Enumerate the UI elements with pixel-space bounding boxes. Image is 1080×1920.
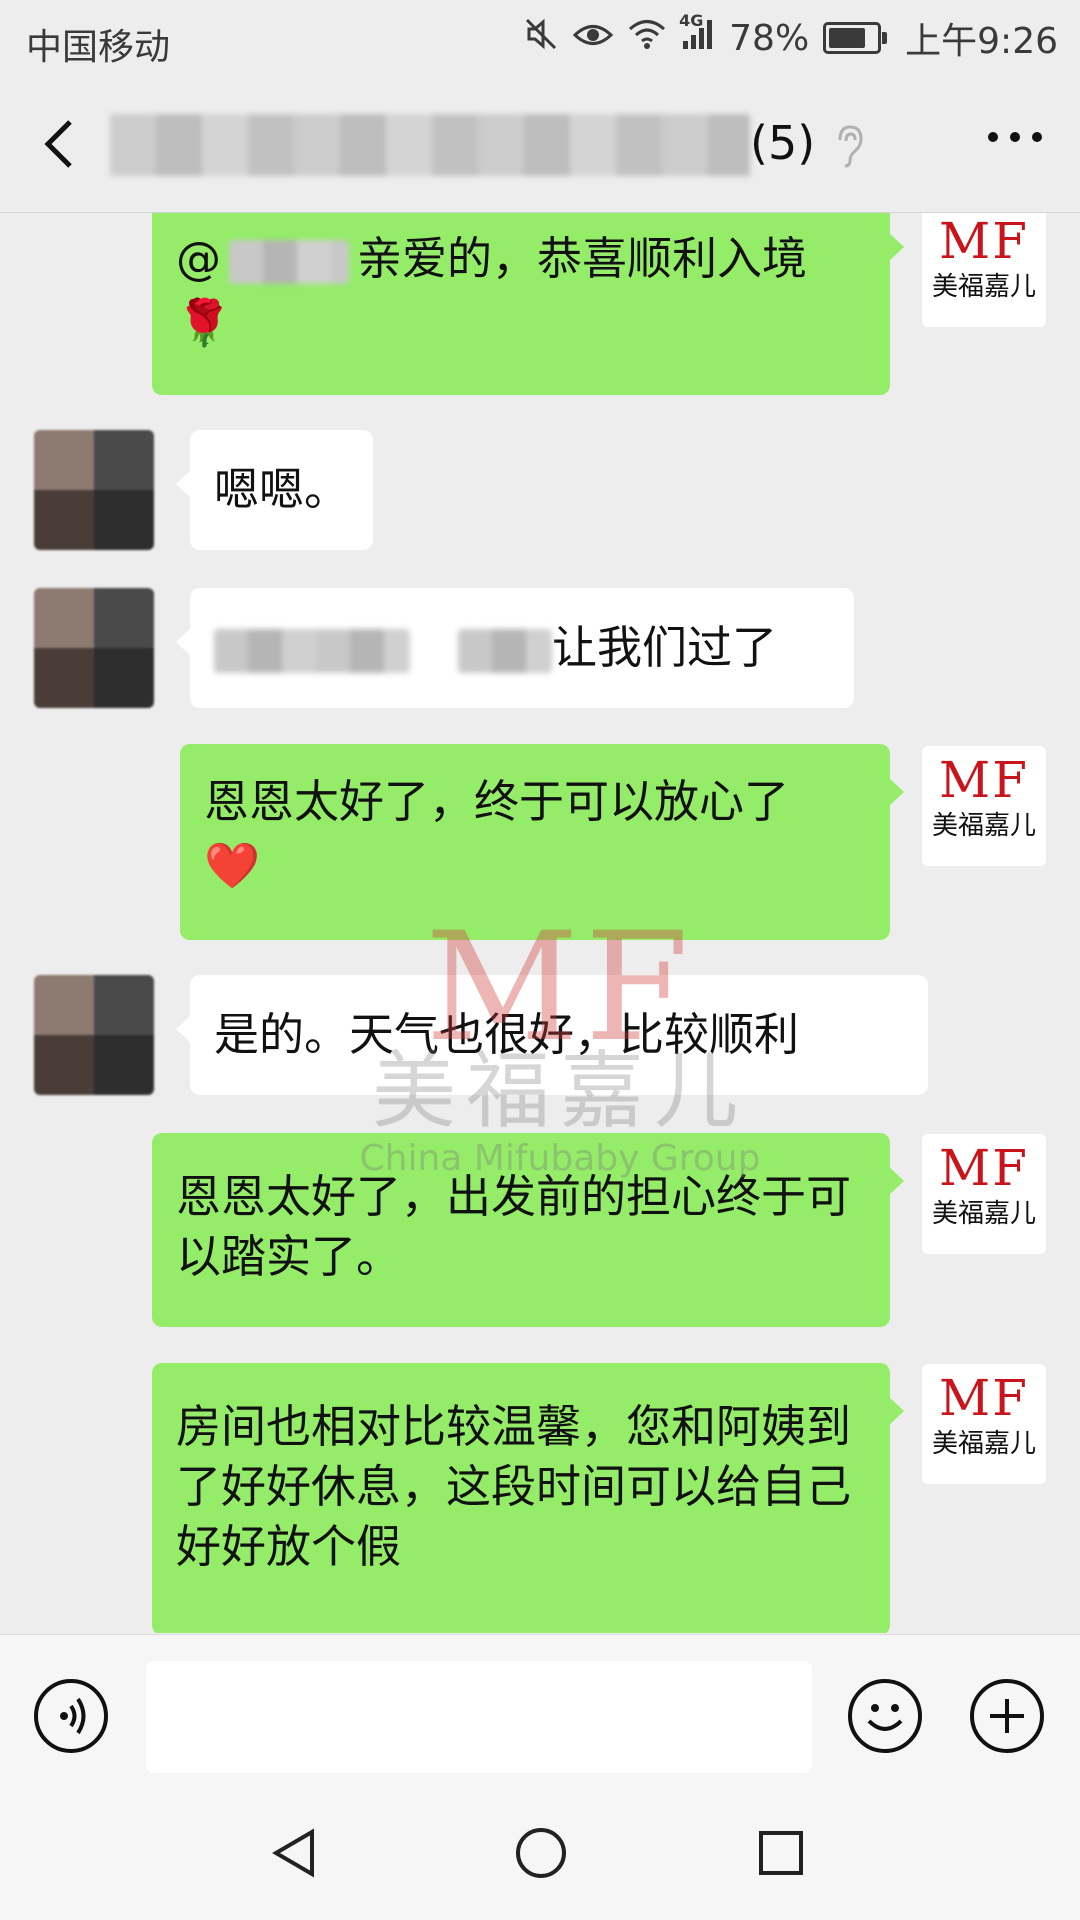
- nav-home-icon[interactable]: [514, 1826, 568, 1884]
- more-options-icon[interactable]: [988, 132, 1042, 142]
- status-bar: 中国移动 4G 78% 上午9:26: [0, 0, 1080, 76]
- emoji-button[interactable]: [848, 1679, 922, 1753]
- message-text: 是的。天气也很好，比较顺利: [214, 1008, 800, 1061]
- avatar-logo: MF: [939, 213, 1029, 270]
- avatar-brand: 美福嘉儿: [931, 811, 1036, 841]
- mute-icon: [523, 16, 559, 61]
- nav-recents-icon[interactable]: [756, 1828, 806, 1882]
- nav-back-icon[interactable]: [270, 1828, 320, 1882]
- redacted-text: [214, 629, 410, 673]
- clock: 上午9:26: [905, 21, 1058, 62]
- cellular-signal-icon: 4G: [679, 11, 715, 60]
- message-text-input[interactable]: [146, 1661, 812, 1773]
- message-list[interactable]: @ 亲爱的，恭喜顺利入境 🌹 MF 美福嘉儿 嗯嗯。 让我们过了 恩恩太好了，终于…: [0, 213, 1080, 1633]
- avatar-brand: 美福嘉儿: [931, 1199, 1036, 1229]
- mention-at: @: [176, 232, 221, 285]
- message-bubble-outgoing[interactable]: @ 亲爱的，恭喜顺利入境 🌹: [152, 213, 904, 395]
- avatar-contact[interactable]: [34, 975, 154, 1095]
- member-count: (5): [750, 116, 816, 170]
- message-text: 房间也相对比较温馨，您和阿姨到了好好休息，这段时间可以给自己好好放个假: [176, 1400, 852, 1573]
- redacted-text: [458, 629, 552, 673]
- battery-percent: 78%: [729, 17, 810, 59]
- avatar-self[interactable]: MF 美福嘉儿: [922, 1364, 1046, 1484]
- avatar-self[interactable]: MF 美福嘉儿: [922, 213, 1046, 327]
- avatar-contact[interactable]: [34, 430, 154, 550]
- message-text: 恩恩太好了，出发前的担心终于可以踏实了。: [176, 1170, 852, 1283]
- message-bubble-incoming[interactable]: 嗯嗯。: [175, 430, 374, 550]
- wifi-icon: [627, 18, 667, 59]
- message-text: 亲爱的，恭喜顺利入境: [357, 232, 808, 285]
- avatar-logo: MF: [939, 751, 1029, 809]
- battery-icon: [823, 22, 888, 54]
- avatar-brand: 美福嘉儿: [931, 272, 1036, 302]
- system-nav-bar: [0, 1782, 1080, 1920]
- message-input-bar: [0, 1634, 1080, 1783]
- avatar-contact[interactable]: [34, 588, 154, 708]
- avatar-self[interactable]: MF 美福嘉儿: [922, 746, 1046, 866]
- message-text: 嗯嗯。: [214, 463, 350, 516]
- message-bubble-outgoing[interactable]: 房间也相对比较温馨，您和阿姨到了好好休息，这段时间可以给自己好好放个假: [152, 1363, 904, 1633]
- heart-emoji: ❤️: [204, 839, 261, 892]
- avatar-logo: MF: [939, 1369, 1029, 1427]
- message-bubble-outgoing[interactable]: 恩恩太好了，出发前的担心终于可以踏实了。: [152, 1133, 904, 1327]
- message-text: 恩恩太好了，终于可以放心了: [204, 775, 790, 828]
- message-text: 让我们过了: [552, 621, 778, 674]
- eye-icon: [572, 18, 614, 59]
- chat-header: (5): [0, 76, 1080, 213]
- message-bubble-outgoing[interactable]: 恩恩太好了，终于可以放心了 ❤️: [180, 744, 904, 940]
- avatar-brand: 美福嘉儿: [931, 1429, 1036, 1459]
- group-name-redacted[interactable]: [110, 114, 750, 176]
- voice-input-button[interactable]: [34, 1679, 108, 1753]
- rose-emoji: 🌹: [176, 296, 233, 349]
- network-type-label: 4G: [679, 10, 704, 30]
- message-bubble-incoming[interactable]: 是的。天气也很好，比较顺利: [176, 975, 928, 1095]
- battery-fill: [829, 28, 866, 48]
- earpiece-mode-icon: [834, 124, 864, 172]
- avatar-self[interactable]: MF 美福嘉儿: [922, 1134, 1046, 1254]
- avatar-logo: MF: [939, 1139, 1029, 1197]
- redacted-mention: [229, 240, 349, 284]
- add-attachment-button[interactable]: [970, 1679, 1044, 1753]
- message-bubble-incoming[interactable]: 让我们过了: [176, 588, 854, 708]
- back-chevron-icon[interactable]: [40, 116, 80, 172]
- carrier-label: 中国移动: [26, 27, 171, 68]
